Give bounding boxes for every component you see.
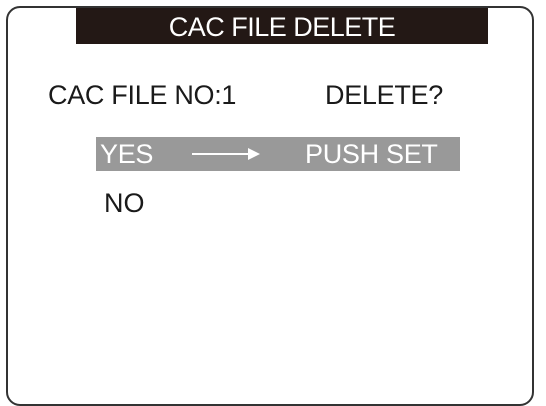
screen-title: CAC FILE DELETE <box>168 12 396 42</box>
delete-question: DELETE? <box>325 80 443 110</box>
no-option[interactable]: NO <box>104 186 145 220</box>
yes-option-label: YES <box>100 139 154 169</box>
yes-option[interactable]: YES PUSH SET <box>96 137 460 171</box>
screen-frame <box>6 6 534 406</box>
screen-title-bar: CAC FILE DELETE <box>76 8 488 44</box>
push-set-hint: PUSH SET <box>305 139 438 169</box>
arrow-right-icon <box>192 148 260 160</box>
no-option-label: NO <box>104 188 145 218</box>
file-number-label: CAC FILE NO:1 <box>48 80 237 110</box>
delete-prompt: CAC FILE NO:1 DELETE? <box>48 79 443 111</box>
